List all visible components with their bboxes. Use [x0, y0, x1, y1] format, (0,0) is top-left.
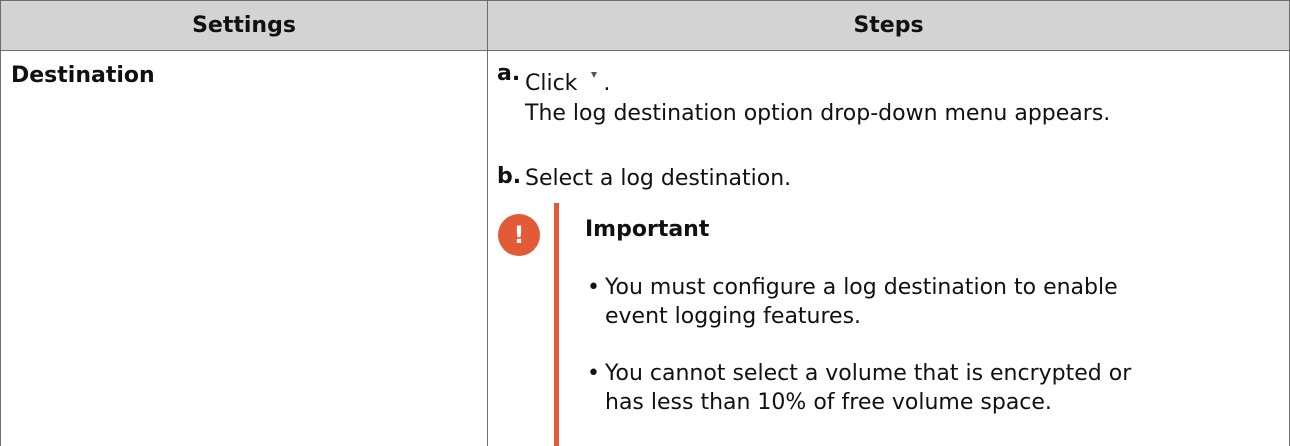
note-text-line: You cannot select a volume that is encry… — [605, 359, 1131, 388]
steps-content: a. Click. The log destination option dro… — [488, 51, 1289, 446]
dropdown-arrow-icon — [591, 72, 597, 78]
table-row: Destination a. Click. The log destinatio… — [1, 51, 1290, 446]
settings-cell: Destination — [1, 51, 488, 446]
important-icon: ! — [498, 214, 540, 256]
table-header-row: Settings Steps — [1, 1, 1290, 51]
header-settings: Settings — [1, 1, 488, 51]
note-text-line: event logging features. — [605, 302, 1131, 331]
steps-cell: a. Click. The log destination option dro… — [488, 51, 1290, 446]
step-letter: a. — [497, 61, 520, 86]
click-suffix: . — [603, 71, 610, 96]
bullet-icon: • — [587, 273, 600, 302]
important-list: • You must configure a log destination t… — [585, 273, 1131, 417]
step-text: Select a log destination. — [525, 164, 791, 194]
step-instruction: Click. — [525, 69, 1110, 99]
settings-table: Settings Steps Destination a. Click. The… — [0, 0, 1290, 446]
list-item: • You must configure a log destination t… — [585, 273, 1131, 331]
header-steps: Steps — [488, 1, 1290, 51]
list-item: • You cannot select a volume that is enc… — [585, 359, 1131, 417]
note-text-line: has less than 10% of free volume space. — [605, 388, 1131, 417]
important-title: Important — [585, 217, 709, 242]
step-letter: b. — [497, 164, 521, 189]
bullet-icon: • — [587, 359, 600, 388]
click-text: Click — [525, 71, 577, 96]
setting-name: Destination — [11, 63, 155, 88]
note-text-line: You must configure a log destination to … — [605, 273, 1131, 302]
step-body: Click. The log destination option drop-d… — [525, 69, 1110, 129]
step-result: The log destination option drop-down men… — [525, 99, 1110, 129]
important-accent-bar — [554, 203, 559, 446]
